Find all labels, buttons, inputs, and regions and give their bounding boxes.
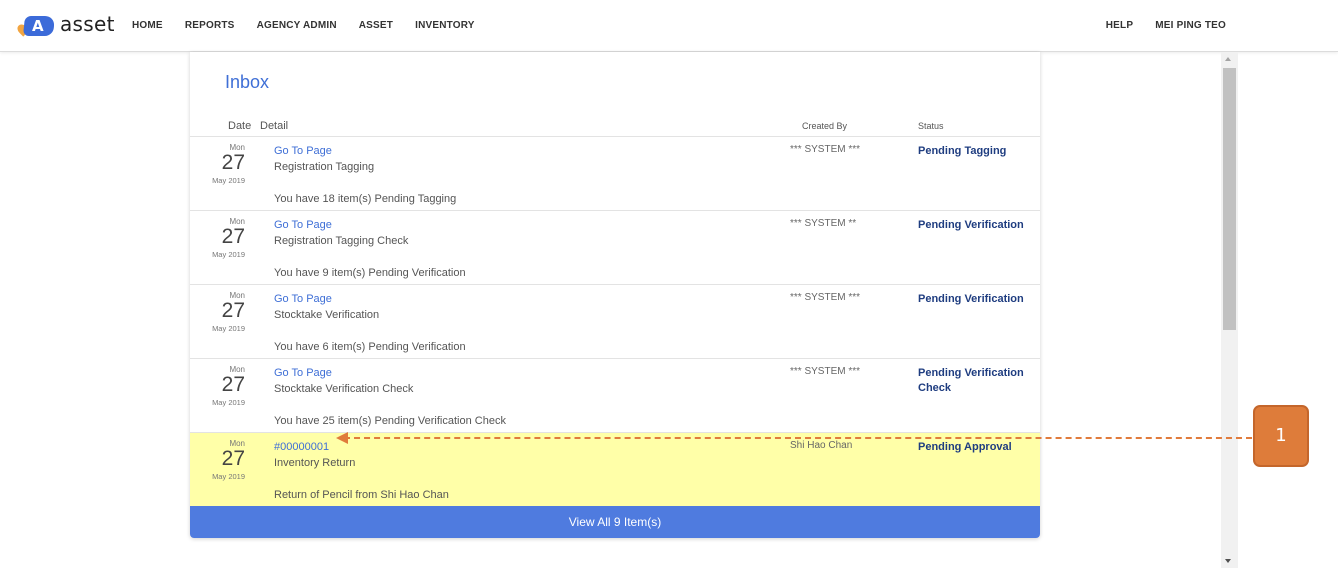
row-created-by: *** SYSTEM **	[790, 218, 857, 229]
row-link-document-number[interactable]: #00000001	[274, 441, 329, 453]
nav-agency-admin[interactable]: AGENCY ADMIN	[257, 20, 337, 31]
main-nav: HOME REPORTS AGENCY ADMIN ASSET INVENTOR…	[132, 20, 497, 31]
row-link[interactable]: Go To Page	[274, 145, 332, 157]
callout-arrow-icon	[336, 432, 348, 444]
row-link[interactable]: Go To Page	[274, 367, 332, 379]
nav-inventory[interactable]: INVENTORY	[415, 20, 475, 31]
view-all-button[interactable]: View All 9 Item(s)	[190, 506, 1040, 538]
row-link[interactable]: Go To Page	[274, 293, 332, 305]
row-title: Registration Tagging	[274, 161, 375, 173]
nav-home[interactable]: HOME	[132, 20, 163, 31]
inbox-row: Mon 27 May 2019 Go To Page Stocktake Ver…	[190, 285, 1040, 359]
top-navbar: A asset HOME REPORTS AGENCY ADMIN ASSET …	[0, 0, 1338, 52]
row-day: 27	[221, 373, 245, 396]
scroll-up-icon[interactable]	[1225, 57, 1231, 61]
nav-help[interactable]: HELP	[1106, 20, 1133, 31]
row-month-year: May 2019	[212, 250, 245, 259]
inbox-card: Inbox Date Detail Created By Status Mon …	[190, 52, 1040, 538]
scroll-down-icon[interactable]	[1225, 559, 1231, 563]
user-nav: HELP MEI PING TEO	[1084, 20, 1226, 31]
row-title: Inventory Return	[274, 457, 356, 469]
row-description: You have 9 item(s) Pending Verification	[274, 267, 466, 279]
row-title: Registration Tagging Check	[274, 235, 409, 247]
row-status: Pending Verification Check	[918, 367, 1024, 394]
row-month-year: May 2019	[212, 176, 245, 185]
app-logo[interactable]: A asset	[15, 12, 115, 38]
inbox-row: Mon 27 May 2019 Go To Page Registration …	[190, 137, 1040, 211]
nav-reports[interactable]: REPORTS	[185, 20, 235, 31]
row-created-by: *** SYSTEM ***	[790, 366, 861, 377]
logo-letter: A	[32, 17, 44, 35]
logo-icon: A	[15, 14, 56, 38]
row-day: 27	[221, 299, 245, 322]
row-month-year: May 2019	[212, 472, 245, 481]
inbox-row: Mon 27 May 2019 Go To Page Stocktake Ver…	[190, 359, 1040, 433]
row-month-year: May 2019	[212, 398, 245, 407]
row-description: You have 6 item(s) Pending Verification	[274, 341, 466, 353]
row-link[interactable]: Go To Page	[274, 219, 332, 231]
row-description: You have 18 item(s) Pending Tagging	[274, 193, 457, 205]
inbox-row-highlighted: Mon 27 May 2019 #00000001 Inventory Retu…	[190, 433, 1040, 506]
row-month-year: May 2019	[212, 324, 245, 333]
row-day: 27	[221, 151, 245, 174]
nav-asset[interactable]: ASSET	[359, 20, 393, 31]
callout-badge: 1	[1253, 405, 1309, 467]
row-title: Stocktake Verification	[274, 309, 380, 321]
column-header-created-by: Created By	[802, 121, 848, 131]
row-description: Return of Pencil from Shi Hao Chan	[274, 489, 449, 501]
inbox-title: Inbox	[225, 72, 270, 92]
column-header-status: Status	[918, 121, 944, 131]
row-title: Stocktake Verification Check	[274, 383, 414, 395]
logo-text: asset	[60, 12, 115, 36]
row-description: You have 25 item(s) Pending Verification…	[274, 415, 506, 427]
row-day: 27	[221, 447, 245, 470]
scroll-thumb[interactable]	[1223, 68, 1236, 330]
callout-dashed-line	[344, 437, 1252, 439]
row-day: 27	[221, 225, 245, 248]
row-created-by: *** SYSTEM ***	[790, 292, 861, 303]
row-status: Pending Approval	[918, 441, 1012, 453]
nav-user-menu[interactable]: MEI PING TEO	[1155, 20, 1226, 31]
row-status: Pending Tagging	[918, 145, 1007, 157]
column-header-date: Date	[228, 120, 252, 132]
inbox-row: Mon 27 May 2019 Go To Page Registration …	[190, 211, 1040, 285]
row-created-by: Shi Hao Chan	[790, 440, 853, 451]
row-created-by: *** SYSTEM ***	[790, 144, 861, 155]
row-status: Pending Verification	[918, 293, 1024, 305]
page-scrollbar[interactable]	[1221, 52, 1238, 568]
column-header-detail: Detail	[260, 120, 289, 132]
row-status: Pending Verification	[918, 219, 1024, 231]
